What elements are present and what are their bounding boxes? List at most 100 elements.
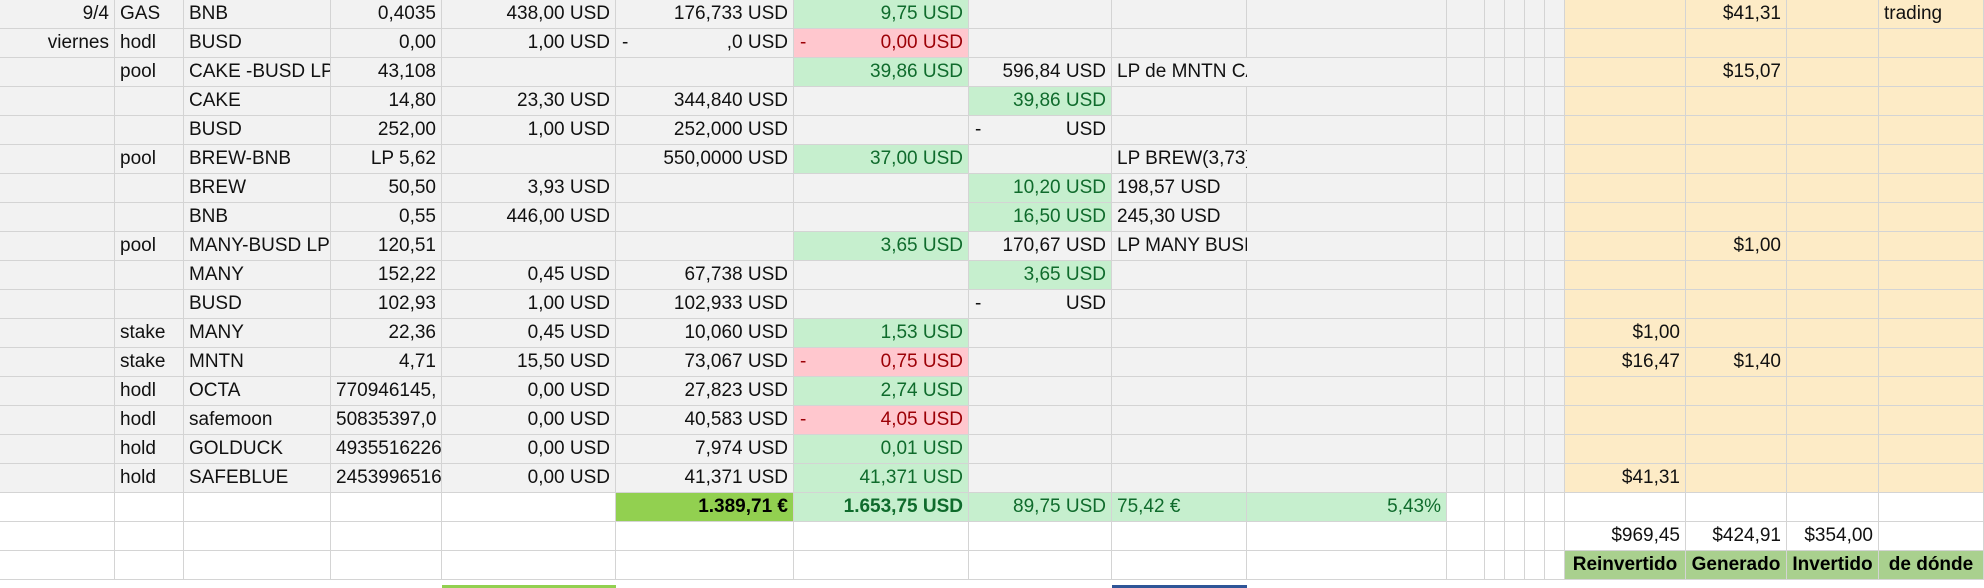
sheet-cell[interactable]: [184, 522, 331, 551]
sheet-cell[interactable]: 5,43%: [1247, 493, 1447, 522]
sheet-cell[interactable]: [1505, 522, 1525, 551]
sheet-cell[interactable]: [616, 58, 794, 87]
sheet-cell[interactable]: [794, 116, 969, 145]
sheet-cell[interactable]: [0, 87, 115, 116]
sheet-cell[interactable]: [1112, 290, 1247, 319]
sheet-cell[interactable]: [331, 551, 442, 580]
sheet-cell[interactable]: 0,55: [331, 203, 442, 232]
sheet-cell[interactable]: MANY-BUSD LP: [184, 232, 331, 261]
sheet-cell[interactable]: [1879, 522, 1984, 551]
sheet-cell[interactable]: 15,50 USD: [442, 348, 616, 377]
sheet-cell[interactable]: [1787, 493, 1879, 522]
sheet-cell[interactable]: [1686, 145, 1787, 174]
sheet-cell[interactable]: [969, 0, 1112, 29]
sheet-cell[interactable]: [1525, 377, 1545, 406]
sheet-cell[interactable]: 438,00 USD: [442, 0, 616, 29]
sheet-cell[interactable]: [1545, 493, 1565, 522]
sheet-cell[interactable]: [1447, 551, 1485, 580]
sheet-cell[interactable]: [1447, 203, 1485, 232]
sheet-cell[interactable]: 170,67 USD: [969, 232, 1112, 261]
sheet-cell[interactable]: hold: [115, 435, 184, 464]
sheet-cell[interactable]: [1545, 464, 1565, 493]
sheet-cell[interactable]: [1485, 319, 1505, 348]
sheet-cell[interactable]: pool: [115, 58, 184, 87]
sheet-cell[interactable]: - 4,05 USD: [794, 406, 969, 435]
sheet-cell[interactable]: CAKE -BUSD LP: [184, 58, 331, 87]
sheet-cell[interactable]: [1545, 348, 1565, 377]
sheet-cell[interactable]: [1525, 290, 1545, 319]
sheet-cell[interactable]: 4,71: [331, 348, 442, 377]
sheet-cell[interactable]: 1,00 USD: [442, 29, 616, 58]
sheet-cell[interactable]: [1447, 87, 1485, 116]
sheet-cell[interactable]: 14,80: [331, 87, 442, 116]
sheet-cell[interactable]: 102,93: [331, 290, 442, 319]
sheet-cell[interactable]: [1525, 551, 1545, 580]
sheet-cell[interactable]: [1247, 551, 1447, 580]
sheet-cell[interactable]: $16,47: [1565, 348, 1686, 377]
sheet-cell[interactable]: [1787, 174, 1879, 203]
sheet-cell[interactable]: [1505, 348, 1525, 377]
sheet-cell[interactable]: [1247, 0, 1447, 29]
sheet-cell[interactable]: [1112, 87, 1247, 116]
sheet-cell[interactable]: [969, 464, 1112, 493]
sheet-cell[interactable]: [969, 348, 1112, 377]
sheet-cell[interactable]: [1505, 232, 1525, 261]
sheet-cell[interactable]: [616, 551, 794, 580]
sheet-cell[interactable]: hodl: [115, 377, 184, 406]
sheet-cell[interactable]: [1447, 261, 1485, 290]
sheet-cell[interactable]: [1787, 145, 1879, 174]
sheet-cell[interactable]: [1505, 464, 1525, 493]
sheet-cell[interactable]: 3,65 USD: [794, 232, 969, 261]
sheet-cell[interactable]: [1485, 406, 1505, 435]
sheet-cell[interactable]: [1686, 493, 1787, 522]
sheet-cell[interactable]: 7,974 USD: [616, 435, 794, 464]
sheet-cell[interactable]: BUSD: [184, 290, 331, 319]
sheet-cell[interactable]: - 0,00 USD: [794, 29, 969, 58]
sheet-cell[interactable]: [969, 522, 1112, 551]
sheet-cell[interactable]: [1686, 435, 1787, 464]
sheet-cell[interactable]: [1879, 493, 1984, 522]
sheet-cell[interactable]: [1485, 87, 1505, 116]
sheet-cell[interactable]: [794, 174, 969, 203]
sheet-cell[interactable]: [1545, 0, 1565, 29]
sheet-cell[interactable]: [1447, 174, 1485, 203]
sheet-cell[interactable]: [1247, 203, 1447, 232]
sheet-cell[interactable]: [1787, 464, 1879, 493]
sheet-cell[interactable]: [115, 290, 184, 319]
sheet-cell[interactable]: [1525, 232, 1545, 261]
sheet-cell[interactable]: [1525, 522, 1545, 551]
sheet-cell[interactable]: 0,45 USD: [442, 319, 616, 348]
sheet-cell[interactable]: MANY: [184, 261, 331, 290]
sheet-cell[interactable]: 0,00 USD: [442, 435, 616, 464]
sheet-cell[interactable]: 198,57 USD: [1112, 174, 1247, 203]
sheet-cell[interactable]: 446,00 USD: [442, 203, 616, 232]
sheet-cell[interactable]: 9,75 USD: [794, 0, 969, 29]
sheet-cell[interactable]: 73,067 USD: [616, 348, 794, 377]
sheet-cell[interactable]: BUSD: [184, 29, 331, 58]
sheet-cell[interactable]: [969, 551, 1112, 580]
sheet-cell[interactable]: [969, 435, 1112, 464]
sheet-cell[interactable]: [1247, 377, 1447, 406]
sheet-cell[interactable]: [1485, 174, 1505, 203]
sheet-cell[interactable]: $354,00: [1787, 522, 1879, 551]
sheet-cell[interactable]: 0,45 USD: [442, 261, 616, 290]
sheet-cell[interactable]: [1545, 145, 1565, 174]
sheet-cell[interactable]: [1565, 116, 1686, 145]
sheet-cell[interactable]: - USD: [969, 116, 1112, 145]
sheet-cell[interactable]: 22,36: [331, 319, 442, 348]
sheet-cell[interactable]: 245,30 USD: [1112, 203, 1247, 232]
sheet-cell[interactable]: [1686, 406, 1787, 435]
sheet-cell[interactable]: [0, 174, 115, 203]
sheet-cell[interactable]: Generado: [1686, 551, 1787, 580]
sheet-cell[interactable]: pool: [115, 232, 184, 261]
sheet-cell[interactable]: [1447, 406, 1485, 435]
sheet-cell[interactable]: [115, 203, 184, 232]
sheet-cell[interactable]: $41,31: [1686, 0, 1787, 29]
sheet-cell[interactable]: 0,01 USD: [794, 435, 969, 464]
sheet-cell[interactable]: [794, 522, 969, 551]
sheet-cell[interactable]: [1787, 116, 1879, 145]
sheet-cell[interactable]: [1787, 58, 1879, 87]
sheet-cell[interactable]: [1787, 348, 1879, 377]
sheet-cell[interactable]: [1247, 290, 1447, 319]
sheet-cell[interactable]: [1686, 87, 1787, 116]
